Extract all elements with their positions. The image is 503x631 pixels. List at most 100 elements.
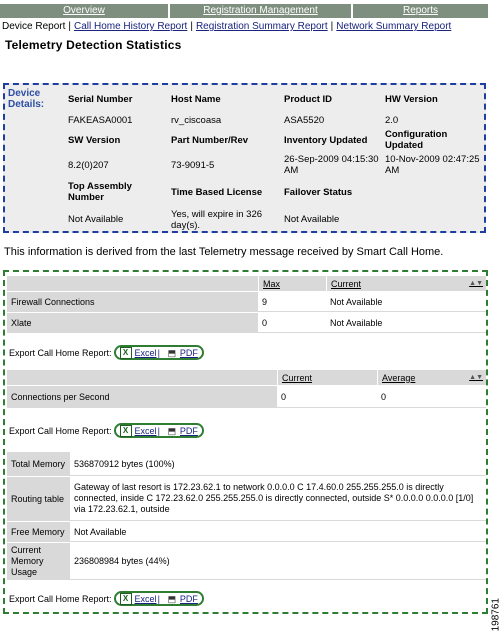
- current-memory-usage-value: 236808984 bytes (44%): [70, 543, 486, 580]
- pdf-link[interactable]: PDF: [180, 426, 198, 436]
- hw-version-label: HW Version: [385, 94, 438, 105]
- subnav-network-summary-report[interactable]: Network Summary Report: [336, 21, 451, 32]
- row-label-firewall-connections: Firewall Connections: [7, 292, 258, 312]
- connections-per-second-average: 0: [377, 386, 486, 408]
- column-header-current[interactable]: Current: [277, 370, 377, 385]
- pdf-icon[interactable]: ⬒: [167, 594, 177, 604]
- failover-status-label: Failover Status: [284, 187, 353, 198]
- device-details-label-line1: Device: [8, 88, 41, 99]
- export-bar-2: Export Call Home Report: X Excel | ⬒ PDF: [9, 423, 204, 438]
- sw-version-value: 8.2(0)207: [68, 160, 109, 171]
- sort-arrows-icon: ▲▼: [469, 374, 483, 381]
- table-header-row: Current Average ▲▼: [7, 370, 486, 385]
- firewall-connections-max: 9: [258, 292, 326, 312]
- row-label-free-memory: Free Memory: [7, 522, 70, 542]
- sort-arrows-icon: ▲▼: [469, 280, 483, 287]
- part-number-value: 73-9091-5: [171, 160, 215, 171]
- inventory-updated-label: Inventory Updated: [284, 135, 368, 146]
- export-label: Export Call Home Report:: [9, 425, 112, 436]
- routing-table-value: Gateway of last resort is 172.23.62.1 to…: [70, 477, 486, 521]
- top-assembly-number-value: Not Available: [68, 214, 124, 225]
- subnav-registration-summary-report[interactable]: Registration Summary Report: [196, 21, 328, 32]
- table-row: Current Memory Usage 236808984 bytes (44…: [7, 543, 486, 580]
- table-row: Firewall Connections 9 Not Available: [7, 292, 486, 312]
- pdf-link[interactable]: PDF: [180, 348, 198, 358]
- time-based-license-value: Yes, will expire in 326 day(s).: [171, 209, 263, 231]
- page-title: Telemetry Detection Statistics: [5, 38, 182, 52]
- pdf-link[interactable]: PDF: [180, 594, 198, 604]
- pdf-icon[interactable]: ⬒: [167, 426, 177, 436]
- excel-icon[interactable]: X: [119, 346, 132, 359]
- free-memory-value: Not Available: [70, 522, 486, 542]
- firewall-connections-current: Not Available: [326, 292, 486, 312]
- excel-link[interactable]: Excel: [135, 426, 157, 436]
- excel-icon[interactable]: X: [119, 424, 132, 437]
- column-header-current-label: Current: [282, 372, 313, 383]
- serial-number-value: FAKEASA0001: [68, 115, 133, 126]
- row-label-current-memory-usage: Current Memory Usage: [7, 543, 70, 580]
- subnav-call-home-history-report[interactable]: Call Home History Report: [74, 21, 187, 32]
- export-links: X Excel | ⬒ PDF: [113, 591, 204, 606]
- column-header-max-label: Max: [263, 278, 281, 289]
- row-label-xlate: Xlate: [7, 313, 258, 333]
- table-header-blank: [7, 370, 277, 385]
- export-bar-3: Export Call Home Report: X Excel | ⬒ PDF: [9, 591, 204, 606]
- pdf-icon[interactable]: ⬒: [167, 348, 177, 358]
- statistics-panel: Max Current ▲▼ Firewall Connections 9 Not…: [3, 270, 488, 614]
- part-number-label: Part Number/Rev: [171, 135, 249, 146]
- host-name-label: Host Name: [171, 94, 221, 105]
- tab-registration-management[interactable]: Registration Management: [170, 4, 353, 18]
- column-header-max[interactable]: Max: [258, 276, 326, 291]
- hw-version-value: 2.0: [385, 115, 399, 126]
- column-header-average-label: Average: [382, 372, 416, 383]
- total-memory-value: 536870912 bytes (100%): [70, 452, 486, 476]
- export-bar-1: Export Call Home Report: X Excel | ⬒ PDF: [9, 345, 204, 360]
- export-links: X Excel | ⬒ PDF: [113, 345, 204, 360]
- host-name-value: rv_ciscoasa: [171, 115, 222, 126]
- top-nav: Overview Registration Management Reports: [0, 4, 488, 18]
- export-separator: |: [157, 425, 160, 436]
- table-header-blank: [7, 276, 258, 291]
- figure-id: 198761: [490, 598, 501, 631]
- device-details-label: Device Details:: [8, 88, 44, 110]
- row-label-connections-per-second: Connections per Second: [7, 386, 277, 408]
- memory-routing-table: Total Memory 536870912 bytes (100%) Rout…: [7, 452, 486, 580]
- export-separator: |: [157, 593, 160, 604]
- table-row: Connections per Second 0 0: [7, 386, 486, 408]
- sw-version-label: SW Version: [68, 135, 121, 146]
- configuration-updated-label: Configuration Updated: [385, 129, 448, 151]
- device-details-panel: Device Details: Serial Number Host Name …: [3, 83, 486, 233]
- configuration-updated-value: 10-Nov-2009 02:47:25 AM: [385, 154, 480, 176]
- column-header-current[interactable]: Current ▲▼: [326, 276, 486, 291]
- subnav-device-report: Device Report: [2, 21, 66, 32]
- table-row: Xlate 0 Not Available: [7, 313, 486, 333]
- export-separator: |: [157, 347, 160, 358]
- row-label-routing-table: Routing table: [7, 477, 70, 521]
- excel-icon[interactable]: X: [119, 592, 132, 605]
- failover-status-value: Not Available: [284, 214, 340, 225]
- product-id-label: Product ID: [284, 94, 333, 105]
- top-assembly-number-label: Top Assembly Number: [68, 181, 132, 203]
- device-details-label-line2: Details:: [8, 99, 45, 110]
- tab-reports[interactable]: Reports: [353, 4, 488, 18]
- export-label: Export Call Home Report:: [9, 593, 112, 604]
- connections-per-second-table: Current Average ▲▼ Connections per Second…: [7, 370, 486, 410]
- table-row: Routing table Gateway of last resort is …: [7, 477, 486, 521]
- xlate-max: 0: [258, 313, 326, 333]
- serial-number-label: Serial Number: [68, 94, 133, 105]
- time-based-license-label: Time Based License: [171, 187, 263, 198]
- export-links: X Excel | ⬒ PDF: [113, 423, 204, 438]
- inventory-updated-value: 26-Sep-2009 04:15:30 AM: [284, 154, 379, 176]
- report-sub-nav: Device Report | Call Home History Report | R…: [2, 21, 452, 32]
- xlate-current: Not Available: [326, 313, 486, 333]
- column-header-current-label: Current: [331, 278, 362, 289]
- info-text: This information is derived from the las…: [4, 246, 444, 258]
- product-id-value: ASA5520: [284, 115, 325, 126]
- row-label-total-memory: Total Memory: [7, 452, 70, 476]
- connections-per-second-current: 0: [277, 386, 377, 408]
- column-header-average[interactable]: Average ▲▼: [377, 370, 486, 385]
- excel-link[interactable]: Excel: [135, 594, 157, 604]
- excel-link[interactable]: Excel: [135, 348, 157, 358]
- table-row: Free Memory Not Available: [7, 522, 486, 542]
- tab-overview[interactable]: Overview: [0, 4, 170, 18]
